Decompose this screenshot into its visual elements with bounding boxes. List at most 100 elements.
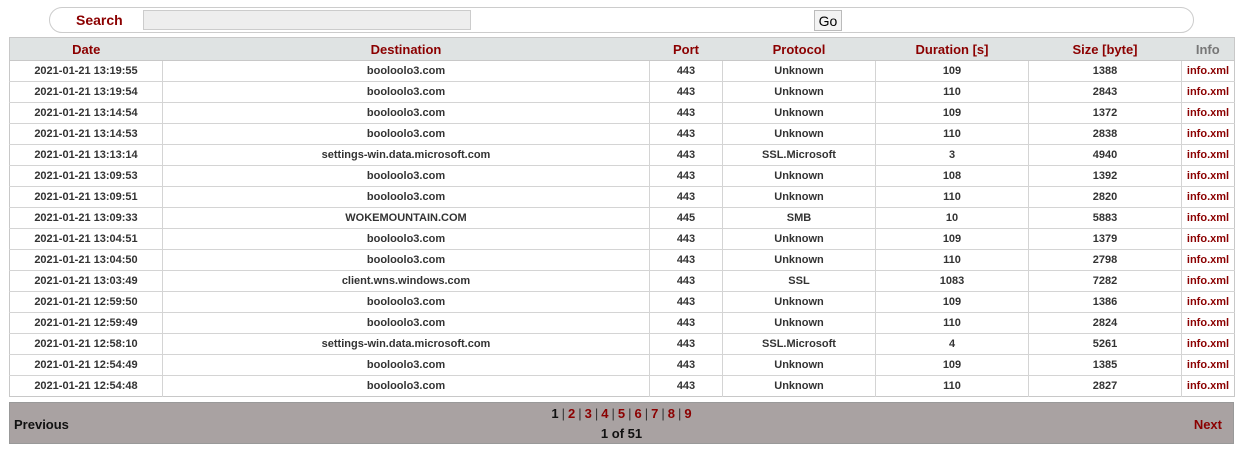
cell-port: 443 bbox=[649, 102, 723, 124]
cell-port: 443 bbox=[649, 60, 723, 82]
cell-port: 443 bbox=[649, 165, 723, 187]
cell-size: 1388 bbox=[1028, 60, 1182, 82]
page-count: 1 of 51 bbox=[600, 426, 643, 441]
cell-protocol: SSL bbox=[722, 270, 876, 292]
cell-size: 5883 bbox=[1028, 207, 1182, 229]
cell-destination: booloolo3.com bbox=[162, 291, 650, 313]
page-link-1: 1 bbox=[551, 406, 559, 421]
cell-protocol: Unknown bbox=[722, 312, 876, 334]
column-header-date[interactable]: Date bbox=[9, 37, 163, 61]
cell-destination: booloolo3.com bbox=[162, 312, 650, 334]
cell-protocol: SSL.Microsoft bbox=[722, 333, 876, 355]
cell-port: 443 bbox=[649, 333, 723, 355]
cell-port: 445 bbox=[649, 207, 723, 229]
column-header-destination[interactable]: Destination bbox=[162, 37, 650, 61]
info-xml-link[interactable]: info.xml bbox=[1187, 233, 1229, 245]
cell-protocol: Unknown bbox=[722, 291, 876, 313]
cell-info: info.xml bbox=[1181, 165, 1235, 187]
cell-date: 2021-01-21 13:14:53 bbox=[9, 123, 163, 145]
cell-port: 443 bbox=[649, 228, 723, 250]
cell-size: 1392 bbox=[1028, 165, 1182, 187]
info-xml-link[interactable]: info.xml bbox=[1187, 212, 1229, 224]
go-button[interactable]: Go bbox=[814, 10, 842, 31]
cell-port: 443 bbox=[649, 249, 723, 271]
cell-duration: 109 bbox=[875, 354, 1029, 376]
column-header-size[interactable]: Size [byte] bbox=[1028, 37, 1182, 61]
search-input[interactable] bbox=[143, 10, 471, 30]
page-separator: | bbox=[578, 406, 582, 421]
info-xml-link[interactable]: info.xml bbox=[1187, 275, 1229, 287]
page-separator: | bbox=[561, 406, 565, 421]
cell-info: info.xml bbox=[1181, 60, 1235, 82]
cell-duration: 109 bbox=[875, 228, 1029, 250]
table-row: 2021-01-21 13:09:53 booloolo3.com 443 Unkno… bbox=[9, 165, 1235, 187]
table-row: 2021-01-21 12:54:49 booloolo3.com 443 Unkno… bbox=[9, 354, 1235, 376]
column-header-port[interactable]: Port bbox=[649, 37, 723, 61]
info-xml-link[interactable]: info.xml bbox=[1187, 338, 1229, 350]
column-header-info: Info bbox=[1181, 37, 1235, 61]
page-link-9[interactable]: 9 bbox=[684, 406, 691, 421]
column-header-protocol[interactable]: Protocol bbox=[722, 37, 876, 61]
cell-duration: 110 bbox=[875, 81, 1029, 103]
cell-info: info.xml bbox=[1181, 207, 1235, 229]
cell-duration: 110 bbox=[875, 249, 1029, 271]
cell-info: info.xml bbox=[1181, 333, 1235, 355]
cell-protocol: Unknown bbox=[722, 102, 876, 124]
table-row: 2021-01-21 12:54:48 booloolo3.com 443 Unkno… bbox=[9, 375, 1235, 397]
cell-date: 2021-01-21 12:59:50 bbox=[9, 291, 163, 313]
info-xml-link[interactable]: info.xml bbox=[1187, 191, 1229, 203]
cell-protocol: Unknown bbox=[722, 123, 876, 145]
connections-table: Date Destination Port Protocol Duration … bbox=[9, 37, 1235, 397]
column-header-duration[interactable]: Duration [s] bbox=[875, 37, 1029, 61]
info-xml-link[interactable]: info.xml bbox=[1187, 317, 1229, 329]
cell-destination: booloolo3.com bbox=[162, 165, 650, 187]
cell-port: 443 bbox=[649, 375, 723, 397]
info-xml-link[interactable]: info.xml bbox=[1187, 380, 1229, 392]
cell-destination: client.wns.windows.com bbox=[162, 270, 650, 292]
cell-date: 2021-01-21 12:59:49 bbox=[9, 312, 163, 334]
table-header-row: Date Destination Port Protocol Duration … bbox=[9, 37, 1235, 61]
cell-info: info.xml bbox=[1181, 123, 1235, 145]
cell-destination: booloolo3.com bbox=[162, 186, 650, 208]
info-xml-link[interactable]: info.xml bbox=[1187, 254, 1229, 266]
info-xml-link[interactable]: info.xml bbox=[1187, 296, 1229, 308]
cell-size: 7282 bbox=[1028, 270, 1182, 292]
page-link-3[interactable]: 3 bbox=[585, 406, 592, 421]
cell-duration: 109 bbox=[875, 102, 1029, 124]
cell-info: info.xml bbox=[1181, 144, 1235, 166]
cell-destination: booloolo3.com bbox=[162, 60, 650, 82]
cell-info: info.xml bbox=[1181, 102, 1235, 124]
page-link-8[interactable]: 8 bbox=[668, 406, 675, 421]
table-row: 2021-01-21 13:04:51 booloolo3.com 443 Unkno… bbox=[9, 228, 1235, 250]
cell-info: info.xml bbox=[1181, 354, 1235, 376]
cell-protocol: SSL.Microsoft bbox=[722, 144, 876, 166]
cell-size: 2838 bbox=[1028, 123, 1182, 145]
cell-size: 2798 bbox=[1028, 249, 1182, 271]
page-link-6[interactable]: 6 bbox=[635, 406, 642, 421]
cell-size: 2820 bbox=[1028, 186, 1182, 208]
search-bar: Search Go bbox=[49, 7, 1194, 33]
cell-size: 1372 bbox=[1028, 102, 1182, 124]
cell-destination: booloolo3.com bbox=[162, 102, 650, 124]
cell-duration: 1083 bbox=[875, 270, 1029, 292]
info-xml-link[interactable]: info.xml bbox=[1187, 65, 1229, 77]
table-row: 2021-01-21 13:13:14 settings-win.data.mic… bbox=[9, 144, 1235, 166]
cell-date: 2021-01-21 12:54:48 bbox=[9, 375, 163, 397]
info-xml-link[interactable]: info.xml bbox=[1187, 149, 1229, 161]
page-number-list: 1 | 2 | 3 | 4 | 5 | 6 | 7 | 8 | 9 bbox=[10, 406, 1233, 421]
info-xml-link[interactable]: info.xml bbox=[1187, 128, 1229, 140]
cell-port: 443 bbox=[649, 144, 723, 166]
info-xml-link[interactable]: info.xml bbox=[1187, 107, 1229, 119]
cell-date: 2021-01-21 13:14:54 bbox=[9, 102, 163, 124]
info-xml-link[interactable]: info.xml bbox=[1187, 86, 1229, 98]
cell-date: 2021-01-21 12:58:10 bbox=[9, 333, 163, 355]
cell-date: 2021-01-21 13:13:14 bbox=[9, 144, 163, 166]
cell-duration: 3 bbox=[875, 144, 1029, 166]
info-xml-link[interactable]: info.xml bbox=[1187, 170, 1229, 182]
cell-protocol: Unknown bbox=[722, 165, 876, 187]
cell-duration: 110 bbox=[875, 186, 1029, 208]
page-separator: | bbox=[661, 406, 665, 421]
next-page-link[interactable]: Next bbox=[1194, 417, 1222, 432]
cell-protocol: Unknown bbox=[722, 60, 876, 82]
info-xml-link[interactable]: info.xml bbox=[1187, 359, 1229, 371]
